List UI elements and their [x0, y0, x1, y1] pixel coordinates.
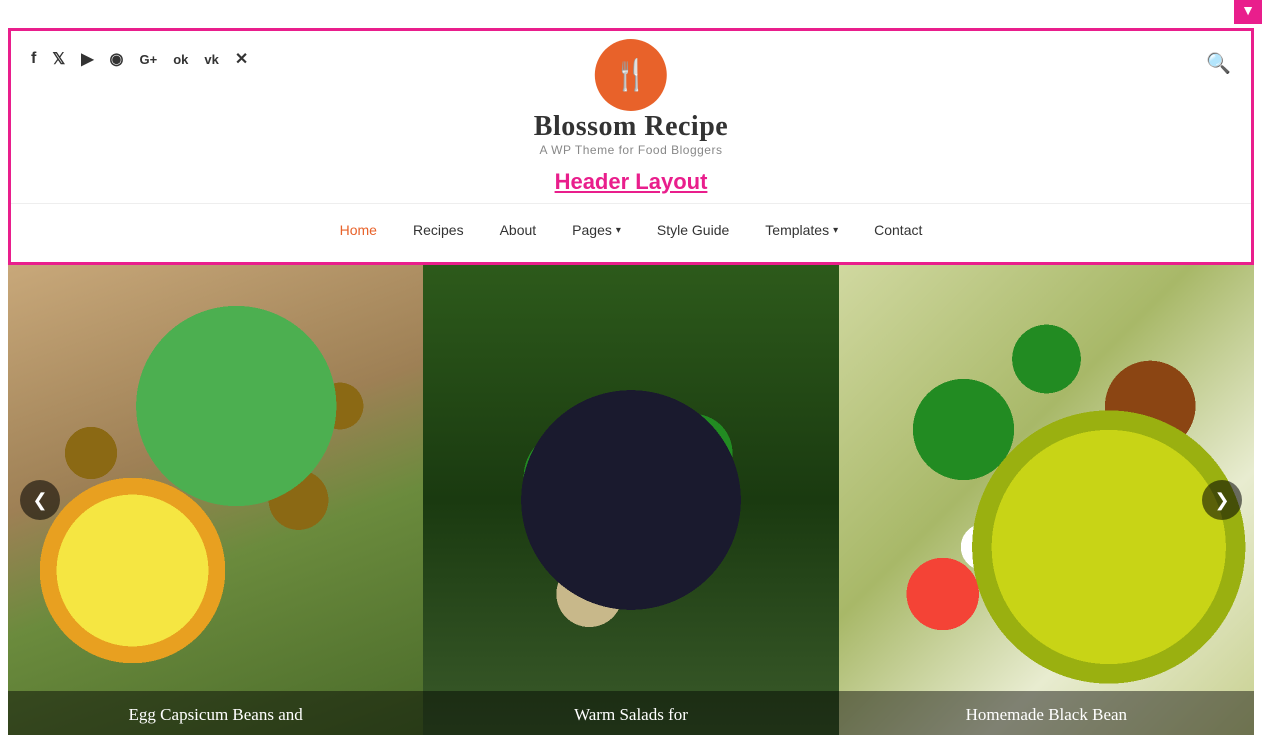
prev-arrow-icon: ❮	[32, 490, 47, 511]
nav-item-recipes[interactable]: Recipes	[395, 214, 482, 246]
nav-label-templates: Templates	[765, 222, 829, 238]
odnoklassniki-icon[interactable]: ok	[173, 52, 188, 67]
logo-fork-icon: 🍴	[612, 58, 649, 93]
logo-text-block: Blossom Recipe A WP Theme for Food Blogg…	[534, 111, 728, 157]
nav-item-pages[interactable]: Pages ▾	[554, 214, 639, 246]
nav-item-contact[interactable]: Contact	[856, 214, 940, 246]
instagram-icon[interactable]: ◉	[110, 49, 124, 69]
site-subtitle: A WP Theme for Food Bloggers	[534, 143, 728, 157]
site-title: Blossom Recipe	[534, 111, 728, 143]
search-button[interactable]: 🔍	[1206, 51, 1231, 76]
logo-area[interactable]: 🍴 Blossom Recipe A WP Theme for Food Blo…	[534, 39, 728, 165]
admin-bar-icon: ▼	[1241, 4, 1255, 20]
slide-caption-2: Warm Salads for	[423, 691, 838, 735]
vk-icon[interactable]: vk	[204, 52, 218, 67]
search-icon: 🔍	[1206, 53, 1231, 75]
nav-item-templates[interactable]: Templates ▾	[747, 214, 856, 246]
nav-item-style-guide[interactable]: Style Guide	[639, 214, 747, 246]
logo-circle: 🍴	[595, 39, 667, 111]
next-arrow-icon: ❯	[1214, 490, 1229, 511]
image-slider: ❮ Egg Capsicum Beans and Warm Salads for…	[8, 265, 1254, 735]
slide-card-1[interactable]: Egg Capsicum Beans and	[8, 265, 423, 735]
nav-bar: Home Recipes About Pages ▾ Style Guide T…	[11, 203, 1251, 262]
prev-arrow-button[interactable]: ❮	[20, 480, 60, 520]
nav-label-home: Home	[340, 222, 377, 238]
nav-item-home[interactable]: Home	[322, 214, 395, 246]
twitter-icon[interactable]: 𝕏	[52, 49, 65, 69]
header-wrapper: f 𝕏 ▶ ◉ G+ ok vk ✕ 🍴 Blossom Recipe A WP…	[8, 28, 1254, 265]
slide-card-3[interactable]: Homemade Black Bean	[839, 265, 1254, 735]
slide-caption-1: Egg Capsicum Beans and	[8, 691, 423, 735]
templates-chevron-icon: ▾	[833, 225, 838, 236]
youtube-icon[interactable]: ▶	[81, 49, 93, 69]
nav-label-pages: Pages	[572, 222, 612, 238]
nav-label-contact: Contact	[874, 222, 922, 238]
nav-label-style-guide: Style Guide	[657, 222, 729, 238]
nav-label-about: About	[500, 222, 537, 238]
facebook-icon[interactable]: f	[31, 50, 36, 68]
pages-chevron-icon: ▾	[616, 225, 621, 236]
content-area: ❮ Egg Capsicum Beans and Warm Salads for…	[8, 265, 1254, 735]
xing-icon[interactable]: ✕	[235, 49, 248, 69]
nav-item-about[interactable]: About	[482, 214, 555, 246]
slide-caption-3: Homemade Black Bean	[839, 691, 1254, 735]
admin-bar[interactable]: ▼	[1234, 0, 1262, 24]
slide-card-2[interactable]: Warm Salads for	[423, 265, 838, 735]
nav-label-recipes: Recipes	[413, 222, 464, 238]
google-plus-icon[interactable]: G+	[140, 52, 158, 67]
next-arrow-button[interactable]: ❯	[1202, 480, 1242, 520]
